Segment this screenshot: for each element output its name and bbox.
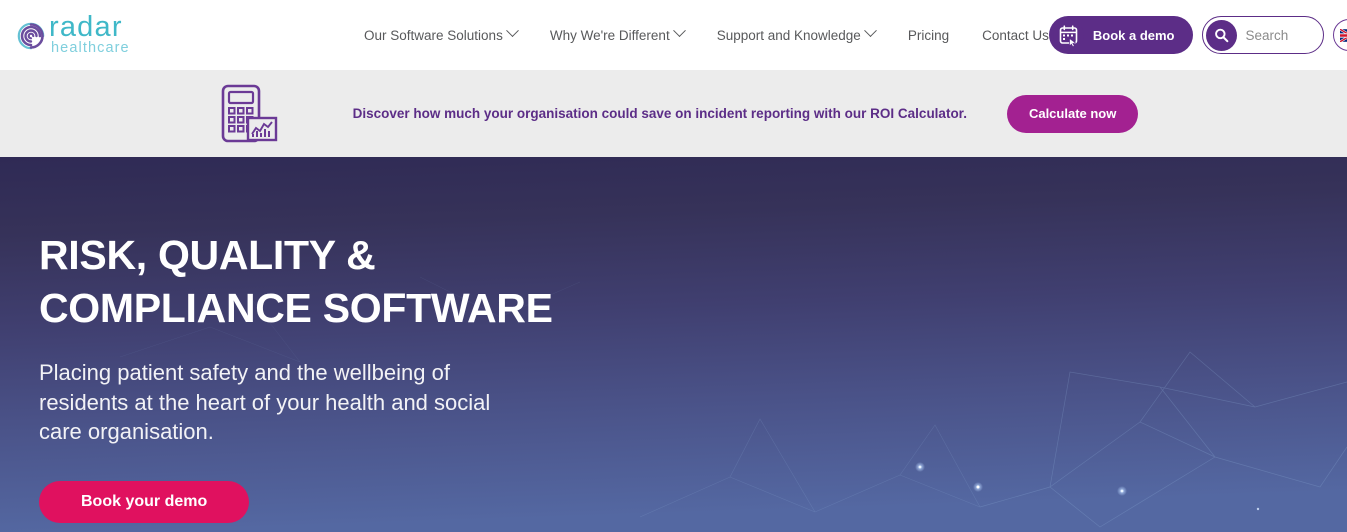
nav-label: Support and Knowledge: [716, 27, 861, 43]
nav-item-support-and-knowledge[interactable]: Support and Knowledge: [716, 24, 877, 43]
site-header: radar healthcare Our Software Solutions …: [0, 0, 1347, 70]
search-icon: [1205, 19, 1237, 51]
nav-item-our-software-solutions[interactable]: Our Software Solutions: [364, 24, 519, 43]
hero-subtitle: Placing patient safety and the wellbeing…: [39, 358, 1347, 448]
roi-calculator-banner: Discover how much your organisation coul…: [0, 70, 1347, 157]
calendar-click-icon: [1052, 19, 1084, 51]
nav-label: Pricing: [907, 27, 950, 43]
book-your-demo-button[interactable]: Book your demo: [39, 481, 250, 524]
chevron-down-icon: [672, 24, 686, 38]
chevron-down-icon: [505, 24, 519, 38]
language-selector[interactable]: [1332, 19, 1347, 51]
nav-item-contact-us[interactable]: Contact Us: [982, 28, 1049, 43]
main-navigation: Our Software Solutions Why We're Differe…: [364, 24, 1049, 43]
book-a-demo-label: Book a demo: [1092, 27, 1175, 43]
site-logo[interactable]: radar healthcare: [14, 11, 244, 57]
hero-subtitle-line-3: care organisation.: [39, 419, 214, 445]
book-a-demo-button[interactable]: Book a demo: [1048, 16, 1193, 54]
logo-wordmark: radar healthcare: [49, 11, 130, 57]
hero-section: RISK, QUALITY & COMPLIANCE SOFTWARE Plac…: [0, 157, 1347, 532]
nav-item-why-we-are-different[interactable]: Why We're Different: [549, 24, 686, 43]
search-input[interactable]: [1245, 27, 1316, 43]
hero-content: RISK, QUALITY & COMPLIANCE SOFTWARE Plac…: [0, 157, 1347, 524]
hero-subtitle-line-1: Placing patient safety and the wellbeing…: [39, 359, 450, 385]
nav-label: Contact Us: [982, 27, 1049, 43]
nav-label: Why We're Different: [549, 27, 670, 43]
search-box[interactable]: [1201, 16, 1324, 54]
hero-title-line-2: COMPLIANCE SOFTWARE: [39, 285, 553, 332]
banner-text: Discover how much your organisation coul…: [352, 106, 967, 121]
banner-inner: Discover how much your organisation coul…: [209, 82, 1139, 146]
calculator-chart-icon: [217, 82, 281, 146]
logo-word-healthcare: healthcare: [51, 40, 130, 57]
radar-arcs-icon: [14, 19, 48, 53]
logo-word-radar: radar: [49, 11, 123, 44]
nav-label: Our Software Solutions: [364, 27, 503, 43]
chevron-down-icon: [863, 24, 877, 38]
hero-subtitle-line-2: residents at the heart of your health an…: [39, 389, 491, 415]
uk-flag-icon: [1339, 27, 1347, 43]
calculate-now-button[interactable]: Calculate now: [1006, 94, 1139, 133]
page-title: RISK, QUALITY & COMPLIANCE SOFTWARE: [39, 229, 1347, 336]
header-actions: Book a demo: [1048, 16, 1347, 54]
nav-item-pricing[interactable]: Pricing: [908, 28, 949, 43]
hero-title-line-1: RISK, QUALITY &: [39, 232, 376, 278]
